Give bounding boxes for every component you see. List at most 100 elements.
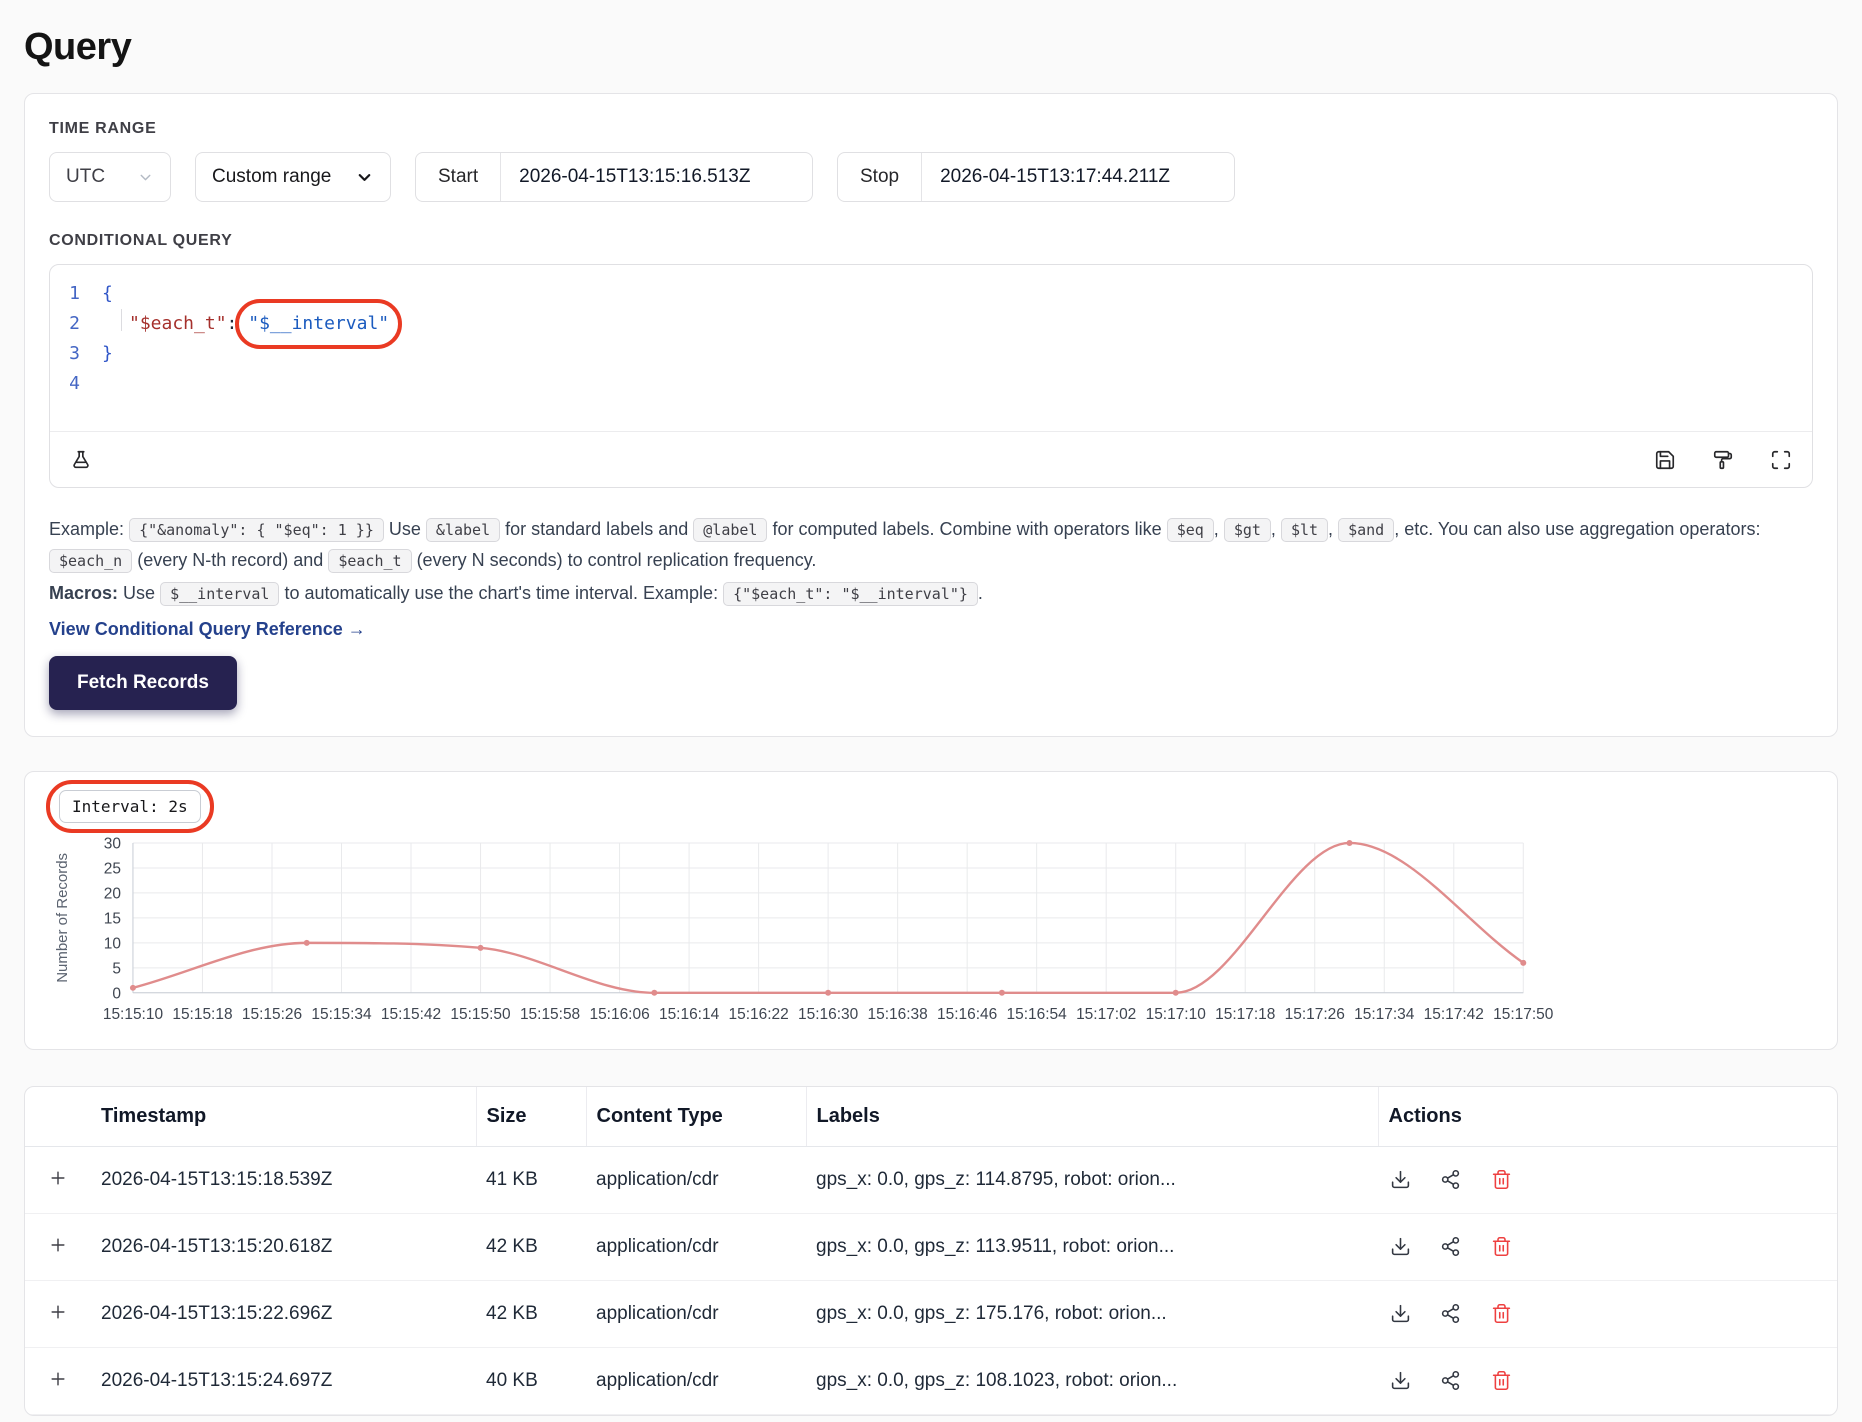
- fullscreen-button[interactable]: [1766, 445, 1796, 475]
- record-size: 42 KB: [476, 1213, 586, 1280]
- svg-text:15: 15: [104, 910, 121, 927]
- expand-row-button[interactable]: [46, 1300, 70, 1324]
- expand-row-button[interactable]: [46, 1166, 70, 1190]
- record-timestamp: 2026-04-15T13:15:18.539Z: [91, 1146, 476, 1213]
- table-row: 2026-04-15T13:15:18.539Z 41 KB applicati…: [25, 1146, 1837, 1213]
- svg-text:0: 0: [112, 985, 121, 1002]
- download-record-button[interactable]: [1388, 1368, 1413, 1393]
- fetch-records-button[interactable]: Fetch Records: [49, 656, 237, 710]
- share-icon: [1440, 1370, 1461, 1391]
- expand-row-button[interactable]: [46, 1367, 70, 1391]
- chevron-down-icon: [137, 169, 154, 186]
- code-chip: $each_n: [49, 549, 132, 573]
- svg-text:15:15:42: 15:15:42: [381, 1006, 441, 1023]
- record-timestamp: 2026-04-15T13:15:24.697Z: [91, 1347, 476, 1414]
- code-chip: $and: [1338, 518, 1394, 542]
- interval-macro-token: "$__interval": [248, 313, 389, 334]
- open-brace-token: {: [102, 279, 113, 309]
- header-size: Size: [476, 1087, 586, 1147]
- delete-icon: [1491, 1303, 1512, 1324]
- svg-text:15:15:50: 15:15:50: [450, 1006, 510, 1023]
- example-label: Example:: [49, 519, 124, 539]
- start-time-input[interactable]: [500, 153, 812, 201]
- records-table-body: 2026-04-15T13:15:18.539Z 41 KB applicati…: [25, 1146, 1837, 1414]
- code-chip: $each_t: [328, 549, 411, 573]
- download-icon: [1390, 1236, 1411, 1257]
- code-line: 3}: [50, 339, 1812, 369]
- query-page: Query TIME RANGE UTC Custom range Start …: [0, 0, 1862, 1416]
- time-range-label: TIME RANGE: [49, 120, 1813, 138]
- record-labels: gps_x: 0.0, gps_z: 108.1023, robot: orio…: [806, 1347, 1378, 1414]
- svg-text:15:16:22: 15:16:22: [728, 1006, 788, 1023]
- macros-label: Macros:: [49, 583, 118, 603]
- start-time-group: Start: [415, 152, 813, 202]
- chart-badge-row: Interval: 2s: [47, 790, 1815, 823]
- download-icon: [1390, 1370, 1411, 1391]
- records-chart-card: Interval: 2s 05101520253015:15:1015:15:1…: [24, 771, 1838, 1050]
- expand-row-button[interactable]: [46, 1233, 70, 1257]
- svg-text:15:15:18: 15:15:18: [172, 1006, 232, 1023]
- line-number: 2: [50, 309, 102, 339]
- record-timestamp: 2026-04-15T13:15:22.696Z: [91, 1280, 476, 1347]
- header-actions: Actions: [1378, 1087, 1837, 1147]
- conditional-query-editor: 1{ 2"$each_t": "$__interval" 3} 4: [49, 264, 1813, 488]
- test-query-button[interactable]: [66, 445, 96, 475]
- format-query-button[interactable]: [1708, 445, 1738, 475]
- download-icon: [1390, 1169, 1411, 1190]
- download-record-button[interactable]: [1388, 1234, 1413, 1259]
- code-chip: $eq: [1167, 518, 1214, 542]
- delete-icon: [1491, 1236, 1512, 1257]
- plus-icon: [48, 1302, 68, 1322]
- record-content-type: application/cdr: [586, 1213, 806, 1280]
- stop-time-input[interactable]: [921, 153, 1234, 201]
- range-preset-value: Custom range: [212, 166, 331, 188]
- share-record-button[interactable]: [1438, 1234, 1463, 1259]
- download-record-button[interactable]: [1388, 1301, 1413, 1326]
- records-table: Timestamp Size Content Type Labels Actio…: [25, 1087, 1837, 1415]
- record-labels: gps_x: 0.0, gps_z: 113.9511, robot: orio…: [806, 1213, 1378, 1280]
- header-content-type: Content Type: [586, 1087, 806, 1147]
- indent-guide: [102, 309, 122, 331]
- records-line-chart: 05101520253015:15:1015:15:1815:15:2615:1…: [47, 829, 1815, 1039]
- record-content-type: application/cdr: [586, 1347, 806, 1414]
- code-chip: &label: [426, 518, 500, 542]
- record-labels: gps_x: 0.0, gps_z: 114.8795, robot: orio…: [806, 1146, 1378, 1213]
- share-record-button[interactable]: [1438, 1167, 1463, 1192]
- format-paint-icon: [1712, 449, 1734, 471]
- code-line: 1{: [50, 279, 1812, 309]
- chevron-down-icon: [355, 168, 374, 187]
- svg-text:15:15:10: 15:15:10: [103, 1006, 163, 1023]
- share-icon: [1440, 1169, 1461, 1190]
- svg-text:15:15:58: 15:15:58: [520, 1006, 580, 1023]
- conditional-query-reference-link[interactable]: View Conditional Query Reference →: [49, 619, 366, 640]
- save-query-button[interactable]: [1650, 445, 1680, 475]
- record-timestamp: 2026-04-15T13:15:20.618Z: [91, 1213, 476, 1280]
- svg-text:Number of Records: Number of Records: [54, 853, 71, 983]
- download-icon: [1390, 1303, 1411, 1324]
- svg-text:30: 30: [104, 835, 121, 852]
- share-record-button[interactable]: [1438, 1368, 1463, 1393]
- record-size: 40 KB: [476, 1347, 586, 1414]
- line-number: 4: [50, 369, 102, 399]
- svg-text:15:16:06: 15:16:06: [589, 1006, 649, 1023]
- line-number: 1: [50, 279, 102, 309]
- record-size: 42 KB: [476, 1280, 586, 1347]
- svg-text:15:16:38: 15:16:38: [868, 1006, 928, 1023]
- record-content-type: application/cdr: [586, 1280, 806, 1347]
- delete-record-button[interactable]: [1489, 1301, 1514, 1326]
- delete-record-button[interactable]: [1489, 1167, 1514, 1192]
- timezone-select[interactable]: UTC: [49, 152, 171, 202]
- delete-record-button[interactable]: [1489, 1368, 1514, 1393]
- download-record-button[interactable]: [1388, 1167, 1413, 1192]
- delete-record-button[interactable]: [1489, 1234, 1514, 1259]
- record-labels: gps_x: 0.0, gps_z: 175.176, robot: orion…: [806, 1280, 1378, 1347]
- fetch-button-row: Fetch Records: [49, 656, 1813, 710]
- share-record-button[interactable]: [1438, 1301, 1463, 1326]
- svg-text:15:16:14: 15:16:14: [659, 1006, 720, 1023]
- timezone-value: UTC: [66, 166, 105, 188]
- query-builder-card: TIME RANGE UTC Custom range Start Stop C…: [24, 93, 1838, 737]
- svg-text:25: 25: [104, 860, 121, 877]
- code-chip: $lt: [1281, 518, 1328, 542]
- range-preset-select[interactable]: Custom range: [195, 152, 391, 202]
- code-editor-area[interactable]: 1{ 2"$each_t": "$__interval" 3} 4: [50, 265, 1812, 431]
